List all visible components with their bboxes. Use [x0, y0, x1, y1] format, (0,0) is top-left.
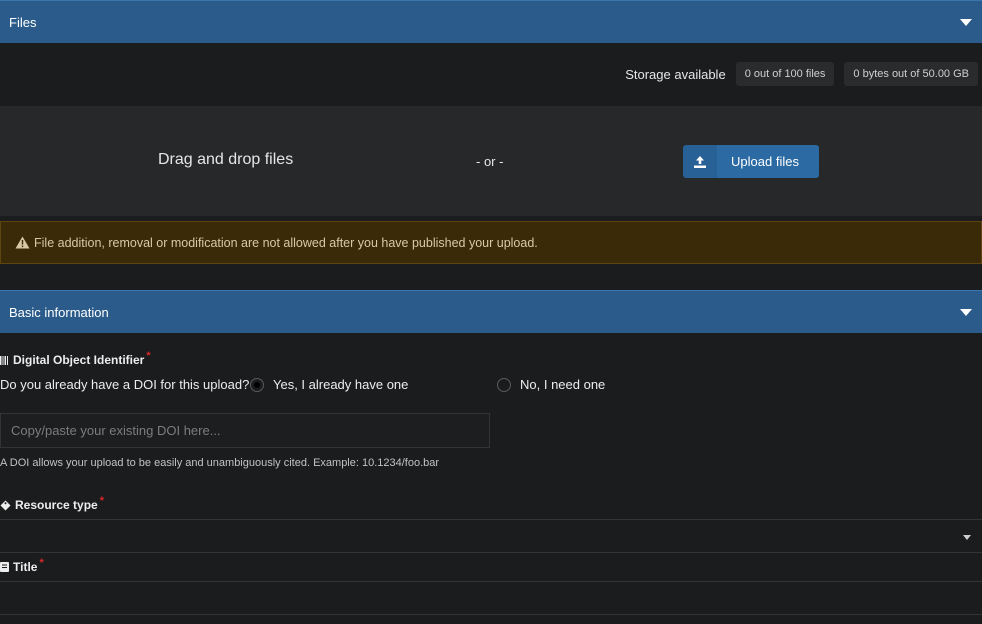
- dropzone-or-separator: - or -: [476, 154, 504, 169]
- required-marker: *: [146, 350, 151, 362]
- required-marker: *: [39, 557, 44, 569]
- radio-yes[interactable]: [250, 377, 264, 392]
- dropzone-text: Drag and drop files: [158, 151, 294, 168]
- warning-text: File addition, removal or modification a…: [34, 235, 538, 250]
- storage-label: Storage available: [625, 66, 726, 82]
- doi-option-no[interactable]: No, I need one: [497, 377, 605, 392]
- resource-type-label-text: Resource type: [15, 498, 98, 512]
- warning-icon: [15, 236, 30, 249]
- resource-type-select[interactable]: [0, 519, 982, 553]
- caret-down-icon[interactable]: [960, 308, 972, 316]
- bytes-usage-badge: 0 bytes out of 50.00 GB: [844, 62, 978, 86]
- warning-banner: File addition, removal or modification a…: [0, 221, 982, 264]
- upload-icon: [683, 145, 717, 178]
- resource-type-label: Resource type *: [0, 495, 104, 512]
- dropdown-icon: [963, 535, 971, 540]
- tag-icon: [0, 500, 11, 511]
- upload-files-button[interactable]: Upload files: [683, 145, 819, 178]
- files-section-header[interactable]: Files: [0, 0, 982, 43]
- files-count-badge: 0 out of 100 files: [735, 62, 835, 86]
- doi-label: Digital Object Identifier *: [0, 350, 151, 367]
- caret-down-icon[interactable]: [960, 18, 972, 26]
- radio-no[interactable]: [497, 377, 511, 392]
- upload-files-label: Upload files: [731, 154, 799, 169]
- doi-question: Do you already have a DOI for this uploa…: [0, 377, 250, 392]
- doi-input[interactable]: [0, 413, 490, 448]
- title-label: Title *: [0, 557, 44, 574]
- doi-option-yes[interactable]: Yes, I already have one: [250, 377, 408, 392]
- title-input[interactable]: [0, 581, 982, 615]
- files-section-title: Files: [9, 14, 37, 30]
- doi-label-text: Digital Object Identifier: [13, 353, 145, 367]
- required-marker: *: [99, 495, 104, 507]
- basic-info-section-title: Basic information: [9, 304, 109, 320]
- doi-option-no-label: No, I need one: [520, 377, 606, 392]
- title-label-text: Title: [13, 560, 38, 574]
- basic-info-section-header[interactable]: Basic information: [0, 290, 982, 333]
- storage-info: Storage available 0 out of 100 files 0 b…: [625, 62, 978, 86]
- book-icon: [0, 562, 9, 572]
- barcode-icon: [0, 355, 9, 365]
- doi-option-yes-label: Yes, I already have one: [273, 377, 409, 392]
- doi-help-text: A DOI allows your upload to be easily an…: [0, 457, 440, 469]
